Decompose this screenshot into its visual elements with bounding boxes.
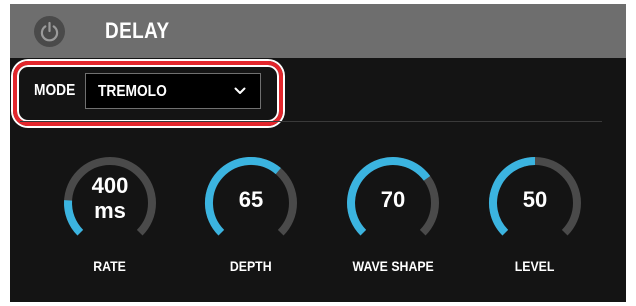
rate-value: 400 — [91, 173, 129, 198]
chevron-down-icon — [234, 87, 246, 94]
rate-unit: ms — [94, 198, 126, 223]
mode-dropdown-value: TREMOLO — [98, 83, 167, 100]
level-label: LEVEL — [480, 258, 590, 274]
mode-dropdown[interactable]: TREMOLO — [85, 73, 261, 109]
power-icon — [40, 21, 59, 42]
mode-row: MODE TREMOLO — [22, 68, 274, 118]
mode-label: MODE — [34, 82, 76, 99]
level-label-text: LEVEL — [515, 258, 555, 274]
level-knob[interactable]: 50 LEVEL — [480, 152, 590, 282]
wave-shape-label: WAVE SHAPE — [338, 258, 448, 274]
effect-title: DELAY — [105, 18, 170, 43]
depth-knob[interactable]: 65 DEPTH — [196, 152, 306, 282]
rate-knob[interactable]: 400 ms RATE — [55, 152, 165, 282]
delay-effect-panel: DELAY MODE TREMOLO 400 ms RATE 65 DEPTH — [10, 4, 626, 302]
panel-header: DELAY — [10, 4, 626, 58]
depth-label-text: DEPTH — [230, 258, 272, 274]
power-button[interactable] — [34, 16, 65, 47]
divider — [20, 121, 602, 122]
wave-shape-knob[interactable]: 70 WAVE SHAPE — [338, 152, 448, 282]
depth-label: DEPTH — [196, 258, 306, 274]
rate-label-text: RATE — [93, 258, 127, 274]
wave-shape-value: 70 — [380, 187, 406, 212]
rate-label: RATE — [55, 258, 165, 274]
level-value: 50 — [522, 187, 548, 212]
wave-shape-label-text: WAVE SHAPE — [352, 258, 434, 274]
depth-value: 65 — [238, 187, 264, 212]
